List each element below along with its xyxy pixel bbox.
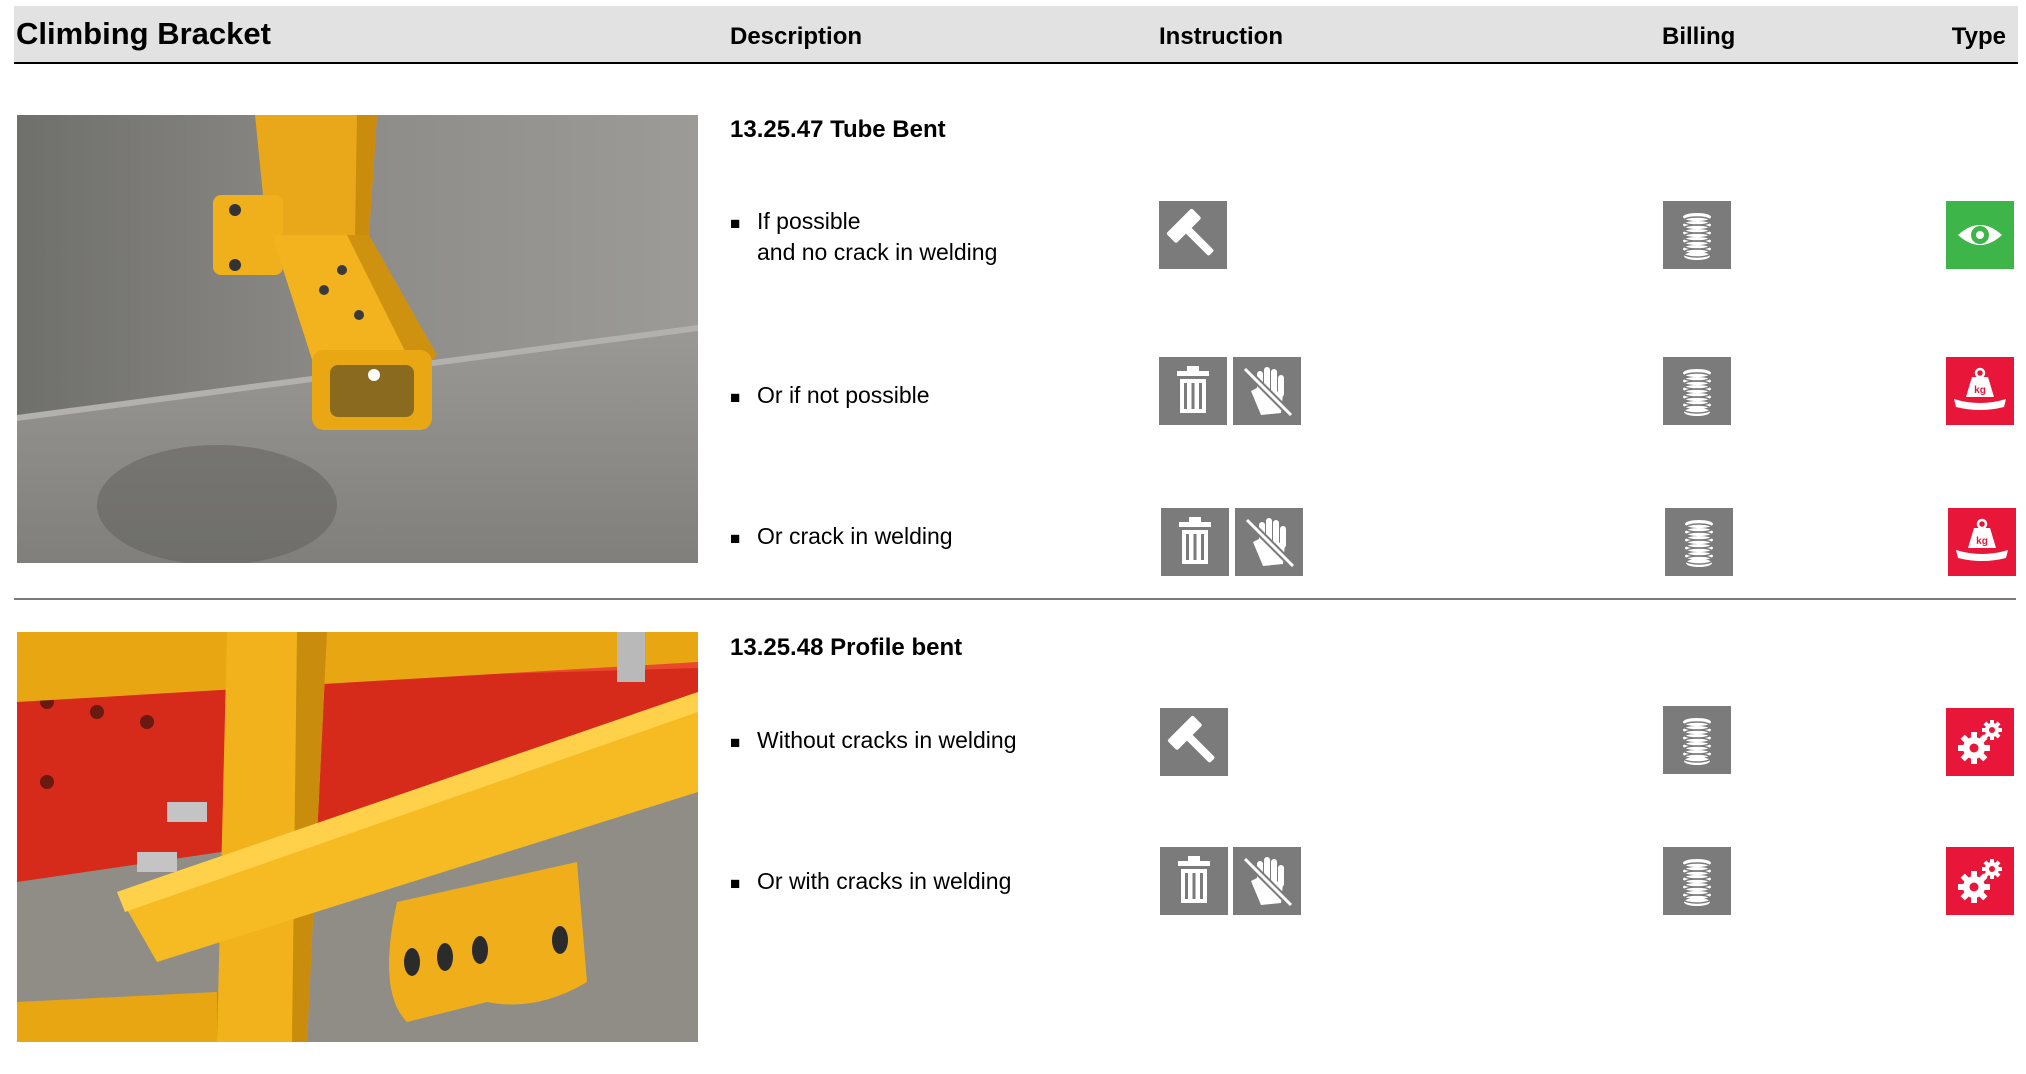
section-title-profile-bent: 13.25.48 Profile bent [730,634,963,661]
list-item: ■ Or with cracks in welding [730,866,1011,897]
no-hand-icon [1233,357,1301,425]
column-header-type: Type [1951,23,2006,50]
trash-icon [1161,508,1229,576]
no-hand-icon [1235,508,1303,576]
table-header: Climbing Bracket Description Instruction… [14,6,2018,64]
column-header-description: Description [730,23,863,50]
coins-icon [1665,508,1733,576]
weight-label: kg [1976,536,1988,547]
scrap-weight-icon: kg [1948,508,2016,576]
gears-icon [1946,847,2014,915]
weight-label: kg [1974,385,1986,396]
coins-icon [1663,847,1731,915]
item-text: Or if not possible [757,382,930,408]
list-item: ■ Or if not possible [730,380,930,411]
item-text: Without cracks in welding [757,727,1017,753]
column-header-instruction: Instruction [1159,23,1283,50]
profile-bent-photo [17,632,698,1042]
page-title: Climbing Bracket [16,16,271,51]
hammer-icon [1159,201,1227,269]
tube-bent-photo [17,115,698,563]
coins-icon [1663,357,1731,425]
section-divider [14,598,2016,600]
bullet: ■ [730,388,741,407]
section-title-tube-bent: 13.25.47 Tube Bent [730,116,946,143]
no-hand-icon [1233,847,1301,915]
bullet: ■ [730,733,741,752]
trash-icon [1160,847,1228,915]
list-item: ■ Without cracks in welding [730,725,1017,756]
list-item: ■ If possible and no crack in welding [730,206,997,268]
trash-icon [1159,357,1227,425]
item-text: Or with cracks in welding [757,868,1012,894]
list-item: ■ Or crack in welding [730,521,953,552]
item-text: Or crack in welding [757,523,953,549]
coins-icon [1663,706,1731,774]
scrap-weight-icon: kg [1946,357,2014,425]
eye-icon [1946,201,2014,269]
gears-icon [1946,708,2014,776]
bullet: ■ [730,214,741,233]
hammer-icon [1160,708,1228,776]
column-header-billing: Billing [1662,23,1736,50]
coins-icon [1663,201,1731,269]
bullet: ■ [730,874,741,893]
bullet: ■ [730,529,741,548]
item-text: If possible and no crack in welding [757,208,998,265]
